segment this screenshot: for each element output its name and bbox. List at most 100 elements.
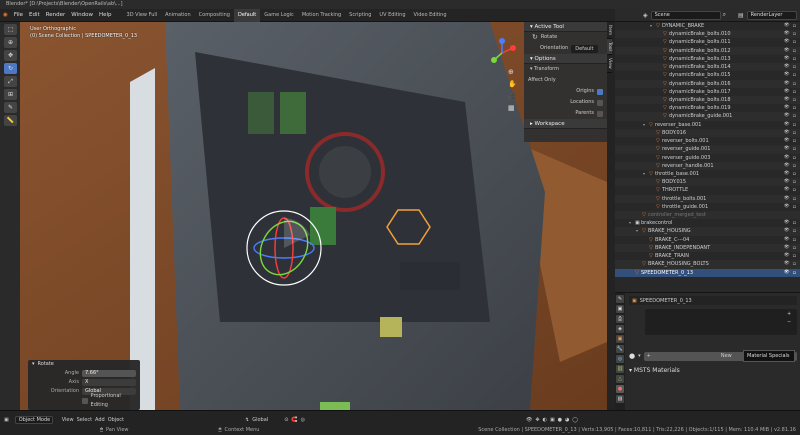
eye-icon[interactable]: 👁 <box>784 219 790 227</box>
camera-icon[interactable]: ▫ <box>793 269 796 277</box>
navigation-gizmo[interactable] <box>486 38 518 68</box>
camera-icon[interactable]: ▫ <box>793 38 796 46</box>
camera-icon[interactable]: ▫ <box>793 22 796 30</box>
outliner-row[interactable]: ▽ reverser_guide.001 👁 ▫ <box>615 145 800 154</box>
grid-icon[interactable]: ▦ <box>508 104 517 112</box>
eye-icon[interactable]: 👁 <box>784 145 790 153</box>
menu-add[interactable]: Add <box>95 417 105 423</box>
eye-icon[interactable]: 👁 <box>784 252 790 260</box>
outliner-row[interactable]: ▽ dynamicBrake_bolts.011 👁 ▫ <box>615 38 800 46</box>
eye-icon[interactable]: 👁 <box>784 96 790 104</box>
output-tab-icon[interactable]: ⎙ <box>616 315 624 323</box>
outliner-row[interactable]: ▽ reverser_bolts.001 👁 ▫ <box>615 137 800 145</box>
camera-icon[interactable]: ▫ <box>793 137 796 145</box>
outliner-row[interactable]: ▽ BRAKE_TRAIN 👁 ▫ <box>615 252 800 260</box>
eye-icon[interactable]: 👁 <box>784 154 790 162</box>
menu-select[interactable]: Select <box>77 417 92 423</box>
snap-icon[interactable]: 🧲 <box>291 417 297 423</box>
workspace-tab-compositing[interactable]: Compositing <box>195 9 234 22</box>
blender-logo-icon[interactable]: ◉ <box>0 9 11 22</box>
outliner-row[interactable]: ▽ BODY.016 👁 ▫ <box>615 128 800 138</box>
outliner-row[interactable]: ▽ dynamicBrake_bolts.010 👁 ▫ <box>615 30 800 39</box>
outliner-row[interactable]: ▽ controller_merged_test <box>615 211 800 220</box>
camera-icon[interactable]: ▫ <box>793 170 796 178</box>
menu-edit[interactable]: Edit <box>26 9 43 22</box>
eye-icon[interactable]: 👁 <box>784 22 790 30</box>
eye-icon[interactable]: 👁 <box>784 38 790 46</box>
move-tool-icon[interactable]: ✥ <box>4 50 17 61</box>
eye-icon[interactable]: 👁 <box>784 170 790 178</box>
active-tool-header[interactable]: ▾ Active Tool <box>524 22 607 32</box>
workspace-tab-game-logic[interactable]: Game Logic <box>260 9 298 22</box>
eye-icon[interactable]: 👁 <box>784 129 790 137</box>
menu-window[interactable]: Window <box>68 9 96 22</box>
pan-hand-icon[interactable]: ✋ <box>508 80 517 88</box>
eye-icon[interactable]: 👁 <box>784 269 790 277</box>
gizmo-icon[interactable]: ✥ <box>535 417 539 423</box>
menu-view[interactable]: View <box>62 417 74 423</box>
annotate-tool-icon[interactable]: ✎ <box>4 102 17 113</box>
eye-icon[interactable]: 👁 <box>784 71 790 79</box>
eye-icon[interactable]: 👁 <box>784 195 790 203</box>
remove-slot-icon[interactable]: − <box>787 319 791 325</box>
camera-icon[interactable]: ▫ <box>793 145 796 153</box>
origins-checkbox[interactable] <box>597 88 603 95</box>
outliner-row[interactable]: ▽ dynamicBrake_bolts.013 👁 ▫ <box>615 55 800 63</box>
menu-object[interactable]: Object <box>108 417 124 423</box>
camera-icon[interactable]: ▫ <box>793 203 796 211</box>
cursor-tool-icon[interactable]: ⊕ <box>4 37 17 48</box>
camera-icon[interactable]: ▫ <box>793 121 796 129</box>
eye-icon[interactable]: 👁 <box>784 47 790 55</box>
camera-icon[interactable]: ▫ <box>793 236 796 244</box>
eye-icon[interactable]: 👁 <box>784 55 790 63</box>
outliner-row[interactable]: ▽ dynamicBrake_bolts.019 👁 ▫ <box>615 104 800 112</box>
angle-field[interactable]: 7.66° <box>82 370 136 377</box>
camera-icon[interactable]: ▫ <box>793 260 796 268</box>
camera-icon[interactable]: ▫ <box>793 63 796 71</box>
camera-icon[interactable]: ▫ <box>793 112 796 120</box>
texture-tab-icon[interactable]: ▨ <box>616 395 624 403</box>
workspace-tab-scripting[interactable]: Scripting <box>345 9 375 22</box>
proportional-editing-checkbox[interactable] <box>82 397 88 404</box>
scale-tool-icon[interactable]: ⤢ <box>4 76 17 87</box>
menu-render[interactable]: Render <box>43 9 69 22</box>
select-box-tool-icon[interactable]: ⬚ <box>4 24 17 35</box>
eye-icon[interactable]: 👁 <box>784 112 790 120</box>
outliner-row[interactable]: ▽ BRAKE_HOUSING_BOLTS 👁 ▫ <box>615 260 800 269</box>
editor-type-icon[interactable]: ▣ <box>4 417 9 423</box>
outliner-row[interactable]: ▽ dynamicBrake_guide.001 👁 ▫ <box>615 112 800 121</box>
workspace-tab-motion-tracking[interactable]: Motion Tracking <box>298 9 345 22</box>
eye-icon[interactable]: 👁 <box>784 121 790 129</box>
camera-icon[interactable]: ▫ <box>793 227 796 235</box>
eye-icon[interactable]: 👁 <box>784 137 790 145</box>
camera-icon[interactable]: ▫ <box>793 129 796 137</box>
tab-item[interactable]: Item <box>607 22 612 40</box>
workspace-tab-3d-view-full[interactable]: 3D View Full <box>123 9 162 22</box>
outliner-row[interactable]: ▽ dynamicBrake_bolts.016 👁 ▫ <box>615 79 800 88</box>
outliner-row[interactable]: ▽ dynamicBrake_bolts.014 👁 ▫ <box>615 63 800 72</box>
eye-icon[interactable]: 👁 <box>784 104 790 112</box>
measure-tool-icon[interactable]: 📏 <box>4 115 17 126</box>
physics-tab-icon[interactable]: ◎ <box>616 355 624 363</box>
3d-viewport[interactable]: User Orthographic (0) Scene Collection |… <box>20 22 607 410</box>
transform-tool-icon[interactable]: ⊞ <box>4 89 17 100</box>
eye-icon[interactable]: 👁 <box>784 244 790 252</box>
add-slot-icon[interactable]: + <box>787 311 791 317</box>
eye-icon[interactable]: 👁 <box>784 178 790 186</box>
mode-selector[interactable]: Object Mode <box>14 415 53 424</box>
options-header[interactable]: ▾ Options <box>524 54 607 64</box>
outliner-row[interactable]: ▽ throttle_guide.001 👁 ▫ <box>615 203 800 211</box>
eye-icon[interactable]: 👁 <box>784 260 790 268</box>
object-tab-icon[interactable]: ▣ <box>616 335 624 343</box>
camera-icon[interactable]: ▫ <box>793 30 796 38</box>
outliner-row[interactable]: ▽ reverser_guide.003 👁 ▫ <box>615 154 800 162</box>
chevron-down-icon[interactable]: ▾ <box>638 353 641 359</box>
redo-header[interactable]: ▾ Rotate <box>28 360 140 369</box>
outliner-row[interactable]: ▽ throttle_bolts.001 👁 ▫ <box>615 194 800 203</box>
camera-icon[interactable]: ▫ <box>793 71 796 79</box>
outliner-row[interactable]: ▾ ▽ BRAKE_HOUSING 👁 ▫ <box>615 227 800 236</box>
locations-checkbox[interactable] <box>597 99 603 106</box>
outliner-row[interactable]: ▽ dynamicBrake_bolts.017 👁 ▫ <box>615 88 800 96</box>
transform-subheader[interactable]: ▾ Transform <box>524 64 607 75</box>
visibility-icon[interactable]: 👁 <box>526 417 532 423</box>
